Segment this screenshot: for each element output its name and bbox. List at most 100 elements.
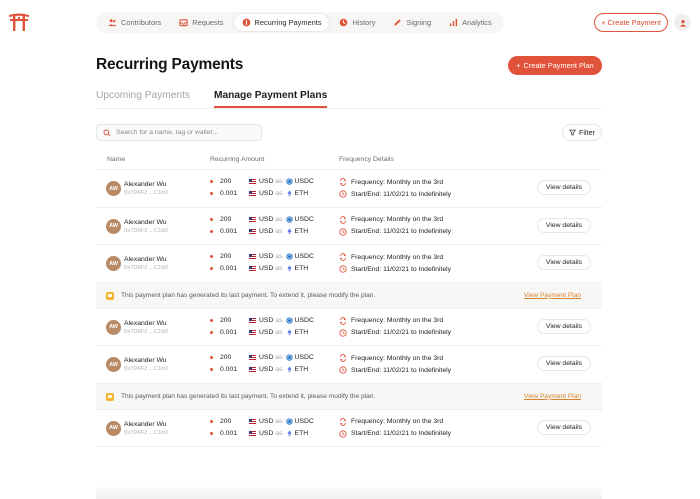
start-end-line: Start/End: 11/02/21 to Indefinitely xyxy=(339,328,452,337)
column-header-amount: Recurring Amount xyxy=(210,156,265,163)
repeat-icon xyxy=(340,316,346,325)
nav-signing-label: Signing xyxy=(406,18,432,27)
us-flag-icon xyxy=(249,355,256,360)
bottom-shadow xyxy=(96,485,602,499)
repeat-icon xyxy=(340,253,346,261)
wallet-address: 0x7D6F2 ...C1b0 xyxy=(124,227,168,234)
us-flag-icon xyxy=(249,430,256,436)
filter-button[interactable]: Filter xyxy=(562,124,602,141)
search-input[interactable] xyxy=(115,129,255,136)
nav-requests[interactable]: Requests xyxy=(171,14,231,31)
fiat-currency: USD xyxy=(259,417,274,425)
history-icon xyxy=(339,18,348,27)
amount-line: 200 USD as USDC xyxy=(210,354,314,361)
wallet-address: 0x7D6F2 ...C1b0 xyxy=(124,328,168,335)
column-header-frequency: Frequency Details xyxy=(339,156,394,163)
notice-text: This payment plan has generated its last… xyxy=(121,392,376,400)
us-flag-icon xyxy=(249,266,256,271)
contributor-name: Alexander Wu xyxy=(124,319,167,327)
contributor-avatar: AW xyxy=(106,357,121,372)
contributor-avatar: AW xyxy=(106,218,121,234)
amount-value: 200 xyxy=(220,178,232,185)
view-payment-plan-link[interactable]: View Payment Plan xyxy=(524,393,581,400)
nav-recurring-payments[interactable]: Recurring Payments xyxy=(233,14,330,31)
user-avatar[interactable] xyxy=(674,14,691,31)
nav-history-label: History xyxy=(352,18,376,27)
bullet-icon xyxy=(210,356,213,359)
amount-value: 200 xyxy=(220,417,232,425)
plus-icon: + xyxy=(516,61,521,70)
fiat-currency: USD xyxy=(259,366,274,373)
payment-plans-table: Name Recurring Amount Frequency Details … xyxy=(96,150,602,447)
warning-icon xyxy=(106,392,114,401)
start-end-line: Start/End: 11/02/21 to Indefinitely xyxy=(339,227,451,236)
table-row: AW Alexander Wu 0x7D6F2 ...C1b0 200 USD as USD… xyxy=(96,410,602,447)
torii-logo-icon[interactable] xyxy=(8,12,30,32)
eth-icon xyxy=(286,328,293,336)
us-flag-icon xyxy=(249,254,256,259)
amount-value: 0.001 xyxy=(220,429,238,437)
start-end-line: Start/End: 11/02/21 to Indefinitely xyxy=(339,190,451,198)
token-name: USDC xyxy=(294,316,314,324)
start-end-text: Start/End: 11/02/21 to Indefinitely xyxy=(351,430,452,437)
view-payment-plan-link[interactable]: View Payment Plan xyxy=(524,292,581,299)
bullet-icon xyxy=(210,318,213,322)
fiat-currency: USD xyxy=(259,215,274,223)
tab-upcoming-payments[interactable]: Upcoming Payments xyxy=(96,90,190,108)
create-payment-plan-button[interactable]: + Create Payment Plan xyxy=(508,56,602,75)
amount-line: 0.001 USD as ETH xyxy=(210,190,308,197)
eth-icon xyxy=(286,265,293,272)
amount-line: 0.001 USD as ETH xyxy=(210,228,308,235)
frequency-text: Frequency: Monthly on the 3rd xyxy=(351,418,444,425)
view-details-button[interactable]: View details xyxy=(537,356,591,371)
amount-line: 0.001 USD as ETH xyxy=(210,430,308,437)
bullet-icon xyxy=(210,330,213,334)
start-end-line: Start/End: 11/02/21 to Indefinitely xyxy=(339,429,452,438)
usdc-icon xyxy=(285,215,293,223)
view-details-button[interactable]: View details xyxy=(537,180,591,195)
clock-icon xyxy=(339,366,347,374)
main-nav: Contributors Requests Recurring Payments… xyxy=(96,12,504,33)
token-name: ETH xyxy=(294,227,309,235)
tab-manage-payment-plans[interactable]: Manage Payment Plans xyxy=(214,90,328,108)
table-row: AW Alexander Wu 0x7D6F2 ...C1b0 200 USD as USD… xyxy=(96,346,602,384)
amount-value: 200 xyxy=(220,215,232,223)
table-row: AW Alexander Wu 0x7D6F2 ...C1b0 200 USD as USD… xyxy=(96,309,602,346)
create-payment-button[interactable]: + Create Payment xyxy=(594,13,668,32)
nav-recurring-payments-label: Recurring Payments xyxy=(254,18,322,27)
nav-analytics[interactable]: Analytics xyxy=(441,14,500,31)
filter-icon xyxy=(569,129,576,136)
top-bar: Contributors Requests Recurring Payments… xyxy=(0,0,700,44)
view-details-button[interactable]: View details xyxy=(537,255,591,270)
contributor-name: Alexander Wu xyxy=(124,420,167,428)
search-icon xyxy=(103,129,111,137)
nav-signing[interactable]: Signing xyxy=(385,14,439,31)
amount-line: 0.001 USD as ETH xyxy=(210,366,308,373)
nav-contributors-label: Contributors xyxy=(121,18,162,27)
contributor-name: Alexander Wu xyxy=(124,256,167,263)
view-details-button[interactable]: View details xyxy=(537,419,591,435)
amount-value: 0.001 xyxy=(220,190,238,197)
start-end-text: Start/End: 11/02/21 to Indefinitely xyxy=(351,329,452,336)
as-label: as xyxy=(275,253,283,260)
as-label: as xyxy=(275,265,283,272)
usdc-icon xyxy=(285,178,293,185)
nav-history[interactable]: History xyxy=(331,14,383,31)
view-details-button[interactable]: View details xyxy=(537,217,591,233)
fiat-currency: USD xyxy=(259,178,274,185)
notice-text: This payment plan has generated its last… xyxy=(121,291,376,299)
fiat-currency: USD xyxy=(259,253,274,260)
bullet-icon xyxy=(210,229,213,233)
frequency-line: Frequency: Monthly on the 3rd xyxy=(339,316,443,325)
us-flag-icon xyxy=(249,191,256,196)
amount-line: 200 USD as USDC xyxy=(210,216,314,223)
table-body: AW Alexander Wu 0x7D6F2 ...C1b0 200 USD as USD… xyxy=(96,170,602,447)
fiat-currency: USD xyxy=(259,190,274,197)
nav-contributors[interactable]: Contributors xyxy=(100,14,169,31)
search-box xyxy=(96,124,262,141)
fiat-currency: USD xyxy=(259,354,274,361)
bullet-icon xyxy=(210,217,213,221)
view-details-button[interactable]: View details xyxy=(537,318,591,334)
table-row: AW Alexander Wu 0x7D6F2 ...C1b0 200 USD as USD… xyxy=(96,208,602,245)
fiat-currency: USD xyxy=(259,227,274,235)
